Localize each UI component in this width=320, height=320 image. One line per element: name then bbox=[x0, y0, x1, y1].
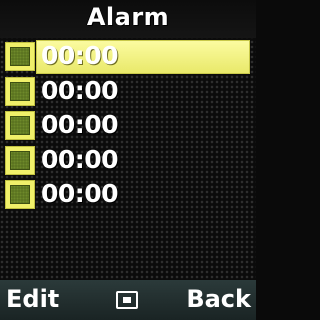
alarm-time: 00:00 bbox=[41, 179, 119, 209]
title-bar: Alarm bbox=[0, 0, 256, 38]
alarm-time: 00:00 bbox=[41, 41, 119, 70]
checkbox-fill bbox=[10, 81, 30, 101]
phone-screen: Alarm 00:00 00:00 00:00 00:00 00:00 Edit… bbox=[0, 0, 256, 320]
checkbox-fill bbox=[10, 47, 30, 66]
checkbox-fill bbox=[10, 116, 30, 136]
alarm-list: 00:00 00:00 00:00 00:00 00:00 bbox=[3, 40, 250, 213]
alarm-toggle-checkbox[interactable] bbox=[5, 42, 35, 71]
alarm-time: 00:00 bbox=[41, 144, 119, 174]
select-square-icon[interactable] bbox=[116, 291, 138, 309]
alarm-time: 00:00 bbox=[41, 110, 119, 140]
alarm-item-4[interactable]: 00:00 bbox=[3, 144, 250, 175]
alarm-item-3[interactable]: 00:00 bbox=[3, 109, 250, 141]
alarm-toggle-checkbox[interactable] bbox=[5, 145, 35, 175]
alarm-item-2[interactable]: 00:00 bbox=[3, 75, 250, 106]
page-title: Alarm bbox=[86, 3, 170, 31]
checkbox-fill bbox=[10, 185, 30, 205]
edit-softkey[interactable]: Edit bbox=[6, 285, 59, 313]
softkey-bar: Edit Back bbox=[0, 280, 256, 320]
alarm-toggle-checkbox[interactable] bbox=[5, 111, 35, 141]
alarm-time: 00:00 bbox=[41, 75, 119, 105]
alarm-item-1[interactable]: 00:00 bbox=[3, 40, 250, 74]
select-dot bbox=[123, 297, 131, 303]
checkbox-fill bbox=[10, 150, 30, 170]
alarm-item-5[interactable]: 00:00 bbox=[3, 178, 250, 210]
alarm-toggle-checkbox[interactable] bbox=[5, 76, 35, 106]
alarm-toggle-checkbox[interactable] bbox=[5, 180, 35, 210]
back-softkey[interactable]: Back bbox=[186, 285, 251, 313]
